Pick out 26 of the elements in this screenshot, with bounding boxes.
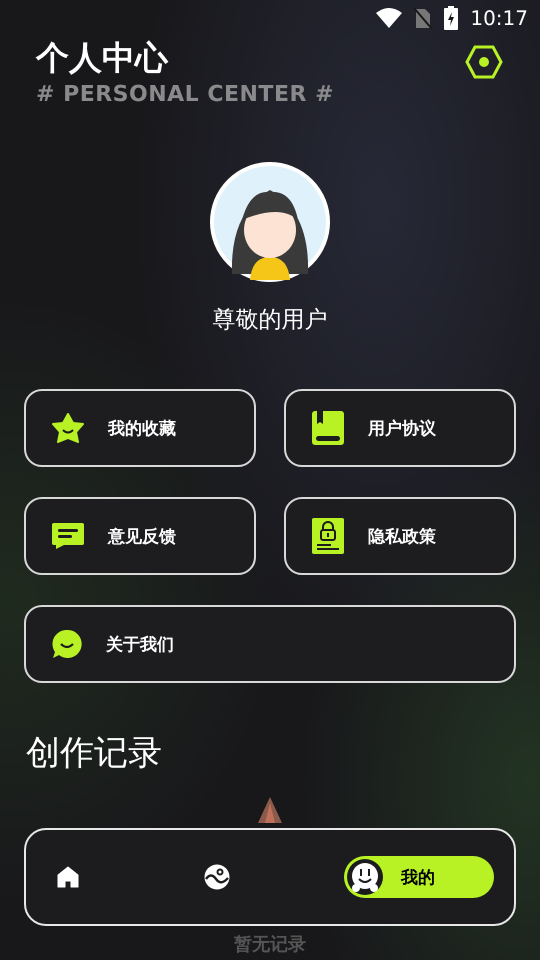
section-title: 创作记录 — [26, 732, 163, 775]
star-icon — [52, 413, 84, 443]
menu-button[interactable]: 关于我们 — [24, 605, 516, 683]
smile-chat-icon — [52, 629, 82, 659]
no-sim-icon — [414, 7, 432, 29]
menu-button[interactable]: 隐私政策 — [284, 497, 516, 575]
home-icon — [57, 866, 79, 888]
menu-button[interactable]: 用户协议 — [284, 389, 516, 467]
landscape-image-icon — [204, 864, 230, 890]
message-icon — [52, 523, 84, 549]
cone-icon — [258, 797, 282, 823]
page-subtitle: # PERSONAL CENTER # — [36, 81, 334, 109]
page-title: 个人中心 — [36, 37, 170, 79]
nav-tab[interactable]: 我的 — [344, 856, 494, 898]
lock-document-icon — [312, 518, 344, 554]
wifi-icon — [376, 8, 402, 28]
user-name: 尊敬的用户 — [212, 306, 328, 335]
battery-icon — [444, 6, 458, 30]
smiley-face-icon — [347, 859, 383, 895]
avatar[interactable] — [210, 162, 330, 282]
bookmark-book-icon — [312, 411, 344, 445]
status-time: 10:17 — [470, 6, 528, 30]
menu-button[interactable]: 意见反馈 — [24, 497, 256, 575]
empty-text: 暂无记录 — [233, 933, 307, 956]
settings-icon[interactable] — [465, 45, 503, 79]
menu-button[interactable]: 我的收藏 — [24, 389, 256, 467]
